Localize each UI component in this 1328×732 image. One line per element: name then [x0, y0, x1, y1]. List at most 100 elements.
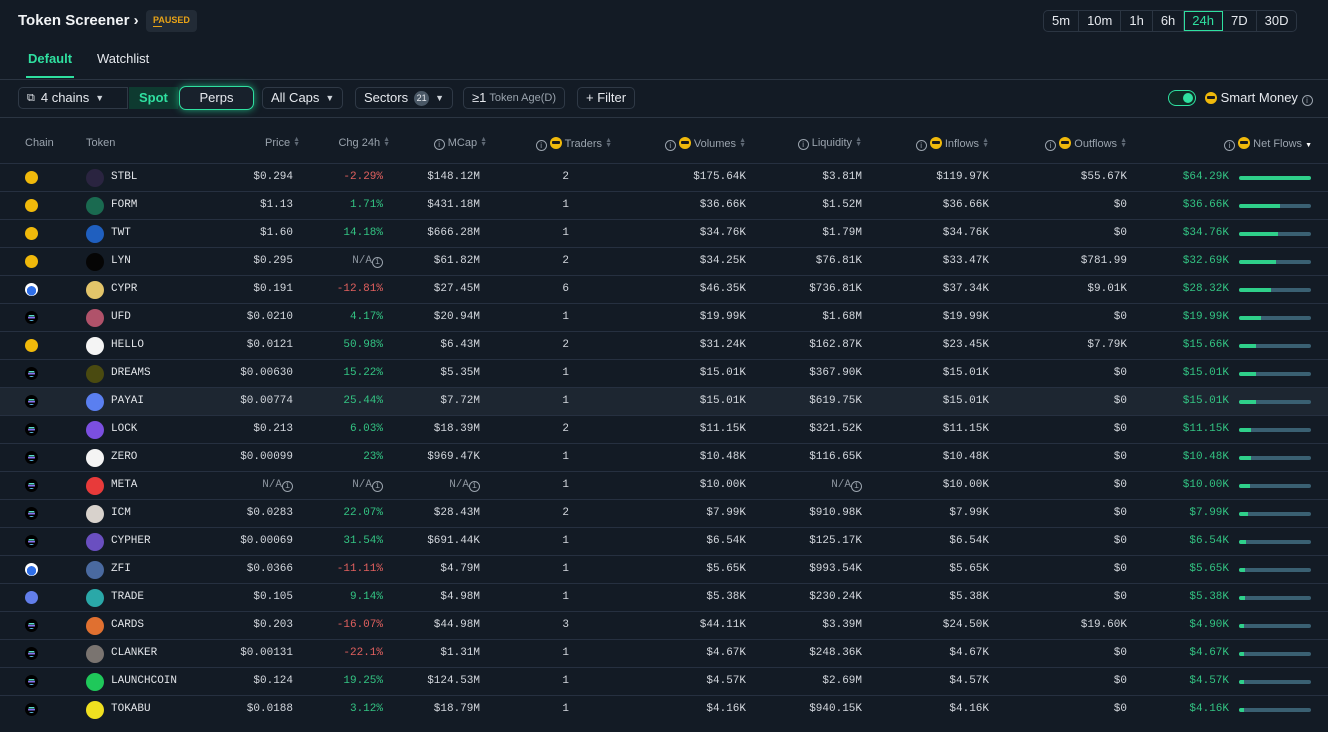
info-icon[interactable]: i [433, 139, 445, 150]
info-icon[interactable]: i [1045, 140, 1057, 151]
token-name[interactable]: FORM [111, 192, 137, 219]
table-row[interactable]: UFD $0.0210 4.17% $20.94M 1 $19.99K $1.68M $19.… [0, 303, 1328, 331]
timeframe-10m[interactable]: 10m [1079, 11, 1122, 31]
table-row[interactable]: CYPHER $0.00069 31.54% $691.44K 1 $6.54K $125.… [0, 527, 1328, 555]
token-name[interactable]: TWT [111, 220, 131, 247]
cell-liquidity: $736.81K [760, 276, 862, 303]
table-row[interactable]: STBL $0.294 -2.29% $148.12M 2 $175.64K $3.81M $… [0, 163, 1328, 191]
perps-toggle[interactable]: Perps [179, 86, 254, 110]
add-filter-button[interactable]: + Filter [577, 87, 636, 109]
info-icon[interactable]: i [372, 481, 383, 492]
chains-dropdown[interactable]: ⧉ 4 chains ▼ [18, 87, 128, 109]
liquidity-value: $993.54K [809, 563, 862, 575]
info-icon[interactable]: i [1224, 140, 1236, 151]
header-inflows[interactable]: i Inflows ▲ ▼ [880, 137, 989, 151]
header-volumes[interactable]: i Volumes ▲ ▼ [620, 137, 746, 151]
info-icon[interactable]: i [372, 257, 383, 268]
table-row[interactable]: ZFI $0.0366 -11.11% $4.79M 1 $5.65K $993.54K $5… [0, 555, 1328, 583]
table-row[interactable]: CARDS $0.203 -16.07% $44.98M 3 $44.11K $3.39M $… [0, 611, 1328, 639]
token-age-filter[interactable]: ≥1 Token Age(D) [463, 87, 566, 109]
cell-netflows: $6.54K [1140, 528, 1229, 555]
cell-mcap: $7.72M [390, 388, 480, 415]
table-row[interactable]: FORM $1.13 1.71% $431.18M 1 $36.66K $1.52M $36.… [0, 191, 1328, 219]
page-title[interactable]: Token Screener › [18, 12, 139, 29]
timeframe-1h[interactable]: 1h [1121, 11, 1153, 31]
caps-dropdown[interactable]: All Caps ▼ [262, 87, 344, 109]
token-name[interactable]: CYPR [111, 276, 137, 303]
token-name[interactable]: LOCK [111, 416, 137, 443]
table-row[interactable]: TWT $1.60 14.18% $666.28M 1 $34.76K $1.79M $34.… [0, 219, 1328, 247]
sectors-dropdown[interactable]: Sectors 21 ▼ [355, 87, 453, 109]
cell-traders: 1 [490, 304, 569, 331]
header-liquidity[interactable]: i Liquidity ▲ ▼ [760, 136, 862, 150]
token-name[interactable]: CYPHER [111, 528, 151, 555]
sort-icon[interactable]: ▲ ▼ [982, 137, 989, 149]
tab-default[interactable]: Default [25, 51, 75, 78]
timeframe-24h[interactable]: 24h [1184, 11, 1223, 31]
token-name[interactable]: HELLO [111, 332, 144, 359]
token-name[interactable]: ICM [111, 500, 131, 527]
header-chg[interactable]: Chg 24h ▲ ▼ [290, 136, 390, 149]
token-name[interactable]: CLANKER [111, 640, 157, 667]
info-icon[interactable]: i [282, 481, 293, 492]
token-name[interactable]: TRADE [111, 584, 144, 611]
table-row[interactable]: TOKABU $0.0188 3.12% $18.79M 1 $4.16K $940.15K… [0, 695, 1328, 723]
table-row[interactable]: HELLO $0.0121 50.98% $6.43M 2 $31.24K $162.87K… [0, 331, 1328, 359]
sort-icon[interactable]: ▲ ▼ [1120, 137, 1127, 149]
cell-mcap: $5.35M [390, 360, 480, 387]
liquidity-value: $940.15K [809, 703, 862, 715]
table-row[interactable]: LYN $0.295 N/A i $61.82M 2 $34.25K $76.81K $33.4… [0, 247, 1328, 275]
table-row[interactable]: ZERO $0.00099 23% $969.47K 1 $10.48K $116.65K $… [0, 443, 1328, 471]
cell-price: $0.295 [200, 248, 293, 275]
header-price[interactable]: Price ▲ ▼ [200, 136, 300, 149]
token-name[interactable]: LAUNCHCOIN [111, 668, 177, 695]
token-name[interactable]: DREAMS [111, 360, 151, 387]
info-icon[interactable]: i [469, 481, 480, 492]
sort-icon[interactable]: ▲ ▼ [855, 136, 862, 148]
netflows-value: $34.76K [1182, 227, 1229, 239]
sort-icon[interactable]: ▲ ▼ [739, 137, 746, 149]
info-icon[interactable]: i [797, 139, 809, 150]
timeframe-5m[interactable]: 5m [1044, 11, 1080, 31]
table-row[interactable]: CLANKER $0.00131 -22.1% $1.31M 1 $4.67K $248.3… [0, 639, 1328, 667]
cell-outflows: $0 [1000, 584, 1127, 611]
token-name[interactable]: META [111, 472, 137, 499]
token-name[interactable]: UFD [111, 304, 131, 331]
token-name[interactable]: CARDS [111, 612, 144, 639]
cell-outflows: $0 [1000, 360, 1127, 387]
table-row[interactable]: LOCK $0.213 6.03% $18.39M 2 $11.15K $321.52K $1… [0, 415, 1328, 443]
volumes-value: $5.38K [706, 591, 746, 603]
smart-money-toggle[interactable] [1168, 90, 1196, 106]
token-name[interactable]: ZFI [111, 556, 131, 583]
table-row[interactable]: LAUNCHCOIN $0.124 19.25% $124.53M 1 $4.57K $2.… [0, 667, 1328, 695]
spot-toggle[interactable]: Spot [129, 87, 178, 109]
token-name[interactable]: ZERO [111, 444, 137, 471]
token-logo-icon [86, 449, 104, 467]
table-row[interactable]: META N/A i N/A i N/A i 1 $10.00K N/A i $10.00K $0 $10… [0, 471, 1328, 499]
table-row[interactable]: CYPR $0.191 -12.81% $27.45M 6 $46.35K $736.81K… [0, 275, 1328, 303]
table-row[interactable]: TRADE $0.105 9.14% $4.98M 1 $5.38K $230.24K $5.… [0, 583, 1328, 611]
token-name[interactable]: LYN [111, 248, 131, 275]
token-name[interactable]: TOKABU [111, 696, 151, 723]
token-name[interactable]: PAYAI [111, 388, 144, 415]
sort-desc-icon[interactable]: ▼ [1305, 142, 1312, 149]
info-icon[interactable]: i [664, 140, 676, 151]
cell-inflows: $19.99K [880, 304, 989, 331]
token-name[interactable]: STBL [111, 164, 137, 191]
info-icon[interactable]: i [915, 140, 927, 151]
info-icon[interactable]: i [1301, 95, 1313, 106]
header-netflows[interactable]: i Net Flows ▼ [1160, 137, 1312, 151]
header-traders[interactable]: i Traders ▲ ▼ [486, 137, 612, 151]
info-icon[interactable]: i [851, 481, 862, 492]
header-outflows[interactable]: i Outflows ▲ ▼ [1000, 137, 1127, 151]
table-row[interactable]: PAYAI $0.00774 25.44% $7.72M 1 $15.01K $619.75… [0, 387, 1328, 415]
info-icon[interactable]: i [535, 140, 547, 151]
timeframe-30d[interactable]: 30D [1257, 11, 1297, 31]
timeframe-7d[interactable]: 7D [1223, 11, 1257, 31]
table-row[interactable]: ICM $0.0283 22.07% $28.43M 2 $7.99K $910.98K $7… [0, 499, 1328, 527]
header-mcap[interactable]: i MCap ▲ ▼ [387, 136, 487, 150]
table-row[interactable]: DREAMS $0.00630 15.22% $5.35M 1 $15.01K $367.9… [0, 359, 1328, 387]
tab-watchlist[interactable]: Watchlist [97, 51, 149, 66]
timeframe-6h[interactable]: 6h [1153, 11, 1185, 31]
sort-icon[interactable]: ▲ ▼ [605, 137, 612, 149]
